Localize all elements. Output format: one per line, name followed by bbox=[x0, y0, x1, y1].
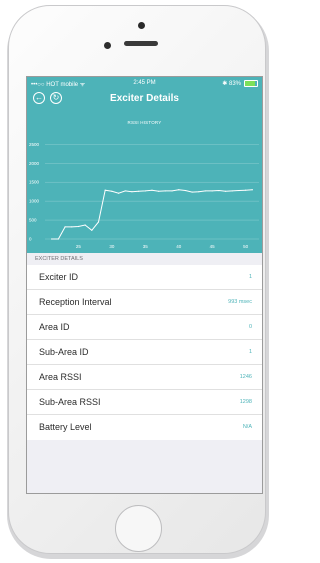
battery-icon bbox=[244, 80, 258, 87]
section-header: EXCITER DETAILS bbox=[27, 253, 262, 265]
data-point bbox=[198, 191, 200, 193]
data-point bbox=[191, 191, 193, 193]
battery-status: ✱ 83% bbox=[222, 80, 258, 87]
data-point bbox=[171, 190, 173, 192]
x-tick-label: 35 bbox=[143, 244, 149, 249]
data-point bbox=[231, 190, 233, 192]
front-sensor-dot bbox=[138, 22, 145, 29]
app-screen: •••○○ HOT mobile ᯤ 2:45 PM ✱ 83% ← ↻ Exc… bbox=[26, 76, 263, 494]
row-value: 0 bbox=[248, 324, 252, 330]
data-point bbox=[211, 190, 213, 192]
home-button[interactable] bbox=[115, 505, 162, 552]
detail-row-sub-area-rssi: Sub-Area RSSI 1298 bbox=[27, 390, 262, 415]
detail-row-reception-interval: Reception Interval 993 msec bbox=[27, 290, 262, 315]
row-value: N/A bbox=[242, 424, 252, 430]
data-point bbox=[204, 190, 207, 192]
row-value: 993 msec bbox=[228, 299, 252, 305]
status-bar: •••○○ HOT mobile ᯤ 2:45 PM ✱ 83% bbox=[27, 77, 262, 89]
x-tick-label: 40 bbox=[176, 244, 182, 249]
y-tick-label: 2000 bbox=[29, 161, 40, 166]
data-point bbox=[238, 189, 240, 192]
data-point bbox=[104, 189, 106, 191]
data-point bbox=[84, 224, 86, 226]
y-tick-label: 1500 bbox=[29, 180, 40, 185]
detail-row-battery-level: Battery Level N/A bbox=[27, 415, 262, 440]
data-point bbox=[71, 226, 73, 228]
row-label: Reception Interval bbox=[39, 297, 112, 307]
row-label: Sub-Area ID bbox=[39, 347, 89, 357]
y-tick-label: 0 bbox=[29, 237, 32, 242]
chart-header-area: •••○○ HOT mobile ᯤ 2:45 PM ✱ 83% ← ↻ Exc… bbox=[27, 77, 262, 253]
data-point bbox=[111, 190, 113, 192]
data-point bbox=[91, 229, 93, 231]
x-tick-label: 45 bbox=[210, 244, 216, 249]
data-point bbox=[77, 225, 80, 228]
data-point bbox=[151, 189, 153, 191]
x-tick-label: 25 bbox=[76, 244, 82, 249]
battery-percent: ✱ 83% bbox=[222, 81, 241, 87]
navigation-bar: ← ↻ Exciter Details bbox=[27, 89, 262, 111]
data-point bbox=[117, 192, 120, 194]
data-point bbox=[124, 190, 126, 192]
data-point bbox=[64, 226, 66, 228]
detail-row-sub-area-id: Sub-Area ID 1 bbox=[27, 340, 262, 365]
details-list: Exciter ID 1 Reception Interval 993 msec… bbox=[27, 265, 262, 440]
rssi-history-chart: 0 500 1000 1500 2000 2500 25 30 35 40 45 50 bbox=[29, 142, 259, 249]
earpiece-speaker bbox=[124, 41, 158, 46]
data-point bbox=[178, 189, 180, 191]
data-point bbox=[51, 238, 53, 240]
page-title: Exciter Details bbox=[110, 93, 179, 104]
detail-row-exciter-id: Exciter ID 1 bbox=[27, 265, 262, 290]
row-value: 1246 bbox=[239, 374, 252, 380]
row-label: Sub-Area RSSI bbox=[39, 397, 101, 407]
data-point bbox=[218, 189, 220, 192]
data-point bbox=[144, 190, 146, 192]
data-point bbox=[164, 190, 166, 192]
data-point bbox=[224, 190, 227, 192]
data-point bbox=[158, 190, 160, 192]
row-label: Area RSSI bbox=[39, 372, 82, 382]
x-tick-label: 30 bbox=[109, 244, 115, 249]
data-point bbox=[251, 189, 253, 191]
detail-row-area-rssi: Area RSSI 1246 bbox=[27, 365, 262, 390]
data-point bbox=[131, 191, 133, 193]
data-point bbox=[97, 221, 100, 223]
row-label: Area ID bbox=[39, 322, 70, 332]
y-tick-label: 2500 bbox=[29, 142, 40, 147]
y-tick-label: 1000 bbox=[29, 199, 40, 204]
data-point bbox=[184, 189, 187, 192]
row-value: 1 bbox=[248, 349, 252, 355]
row-label: Exciter ID bbox=[39, 272, 79, 282]
series-line bbox=[51, 189, 253, 240]
detail-row-area-id: Area ID 0 bbox=[27, 315, 262, 340]
y-tick-label: 500 bbox=[29, 218, 37, 223]
front-camera bbox=[104, 42, 111, 49]
row-value: 1298 bbox=[239, 399, 252, 405]
data-point bbox=[245, 189, 247, 191]
row-value: 1 bbox=[248, 274, 252, 280]
row-label: Battery Level bbox=[39, 422, 92, 432]
data-point bbox=[57, 238, 59, 240]
x-tick-label: 50 bbox=[243, 244, 249, 249]
data-point bbox=[138, 190, 140, 192]
